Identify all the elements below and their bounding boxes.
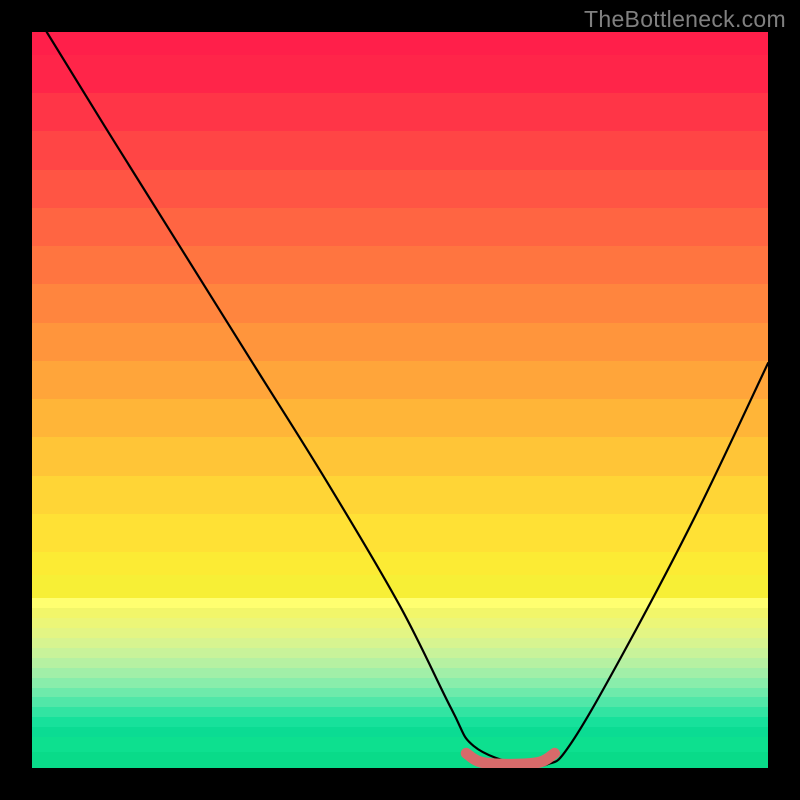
optimal-range-marker	[466, 753, 554, 764]
chart-frame: TheBottleneck.com	[0, 0, 800, 800]
bottleneck-curve	[47, 32, 768, 767]
curve-layer	[32, 32, 768, 768]
plot-area	[32, 32, 768, 768]
watermark-text: TheBottleneck.com	[584, 6, 786, 33]
